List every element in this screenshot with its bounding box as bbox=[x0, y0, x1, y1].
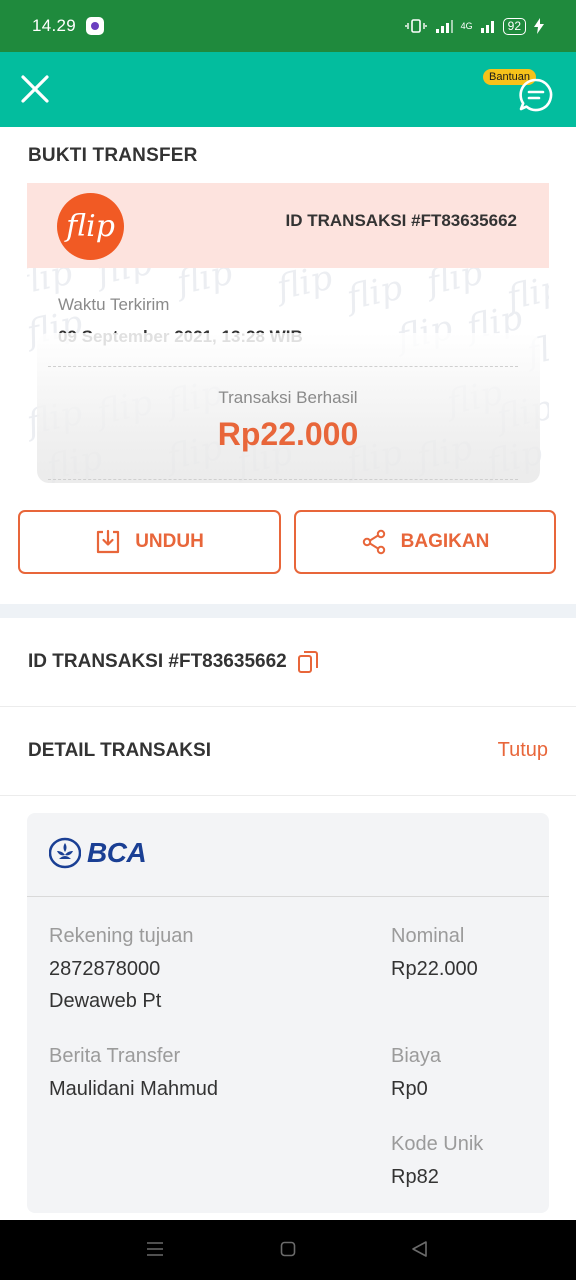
close-icon[interactable] bbox=[18, 72, 52, 106]
sent-time-label: Waktu Terkirim bbox=[58, 295, 170, 314]
chat-icon bbox=[519, 78, 553, 112]
transaction-status: Transaksi Berhasil bbox=[218, 388, 358, 407]
download-label: UNDUH bbox=[135, 531, 204, 552]
transfer-amount: Rp22.000 bbox=[217, 416, 359, 452]
share-icon bbox=[362, 529, 385, 555]
status-time: 14.29 bbox=[32, 16, 77, 35]
receipt-header: flip ID TRANSAKSI #FT83635662 bbox=[27, 183, 549, 268]
message-value: Maulidani Mahmud bbox=[49, 1078, 218, 1100]
bank-name: BCA bbox=[87, 837, 147, 868]
flip-logo: flip bbox=[57, 193, 124, 260]
vibrate-icon bbox=[404, 19, 427, 33]
battery-indicator: 92 bbox=[502, 17, 526, 35]
bank-detail-card: BCA Rekening tujuan 2872878000 Dewaweb P… bbox=[27, 813, 549, 1213]
status-card bbox=[37, 333, 540, 483]
download-icon bbox=[97, 529, 120, 554]
app-bar: Bantuan bbox=[0, 52, 576, 127]
account-name: Dewaweb Pt bbox=[49, 990, 162, 1012]
fee-label: Biaya bbox=[391, 1045, 442, 1067]
unique-code-label: Kode Unik bbox=[391, 1133, 484, 1155]
notification-icon bbox=[86, 17, 105, 35]
status-bar: 14.29 4G 92 bbox=[0, 0, 576, 52]
receipt-section-title: BUKTI TRANSFER bbox=[28, 145, 198, 166]
nominal-value: Rp22.000 bbox=[391, 958, 478, 980]
account-number: 2872878000 bbox=[49, 958, 161, 980]
back-icon[interactable] bbox=[410, 1240, 428, 1258]
bca-emblem-icon bbox=[49, 837, 81, 869]
dashed-divider-bottom bbox=[48, 479, 518, 480]
share-button[interactable]: BAGIKAN bbox=[294, 510, 556, 574]
copy-icon[interactable] bbox=[297, 650, 319, 674]
transaction-id: ID TRANSAKSI #FT83635662 bbox=[28, 651, 287, 672]
transaction-id-row: ID TRANSAKSI #FT83635662 bbox=[28, 650, 319, 674]
receipt-transaction-id: ID TRANSAKSI #FT83635662 bbox=[285, 211, 517, 230]
message-label: Berita Transfer bbox=[49, 1045, 181, 1067]
menu-icon[interactable] bbox=[146, 1240, 164, 1258]
help-button[interactable]: Bantuan bbox=[474, 69, 554, 115]
section-separator bbox=[0, 604, 576, 618]
card-divider bbox=[27, 896, 549, 897]
signal-icon bbox=[435, 20, 453, 33]
status-icons: 4G 92 bbox=[404, 17, 544, 35]
nominal-label: Nominal bbox=[391, 925, 465, 947]
system-nav-bar bbox=[0, 1220, 576, 1280]
share-label: BAGIKAN bbox=[400, 531, 490, 552]
detail-title: DETAIL TRANSAKSI bbox=[28, 740, 211, 761]
network-type: 4G bbox=[460, 21, 473, 31]
account-label: Rekening tujuan bbox=[49, 925, 194, 947]
unique-code-value: Rp82 bbox=[391, 1166, 439, 1188]
divider bbox=[0, 706, 576, 707]
divider-detail bbox=[0, 795, 576, 796]
charging-icon bbox=[534, 18, 544, 34]
fee-value: Rp0 bbox=[391, 1078, 428, 1100]
signal-2-icon bbox=[480, 21, 494, 33]
transfer-receipt: flip ID TRANSAKSI #FT83635662 flip flip fl… bbox=[27, 183, 549, 483]
collapse-toggle[interactable]: Tutup bbox=[498, 739, 548, 762]
home-icon[interactable] bbox=[280, 1240, 296, 1258]
download-button[interactable]: UNDUH bbox=[18, 510, 281, 574]
dashed-divider bbox=[48, 366, 518, 367]
bca-logo: BCA bbox=[49, 837, 147, 869]
